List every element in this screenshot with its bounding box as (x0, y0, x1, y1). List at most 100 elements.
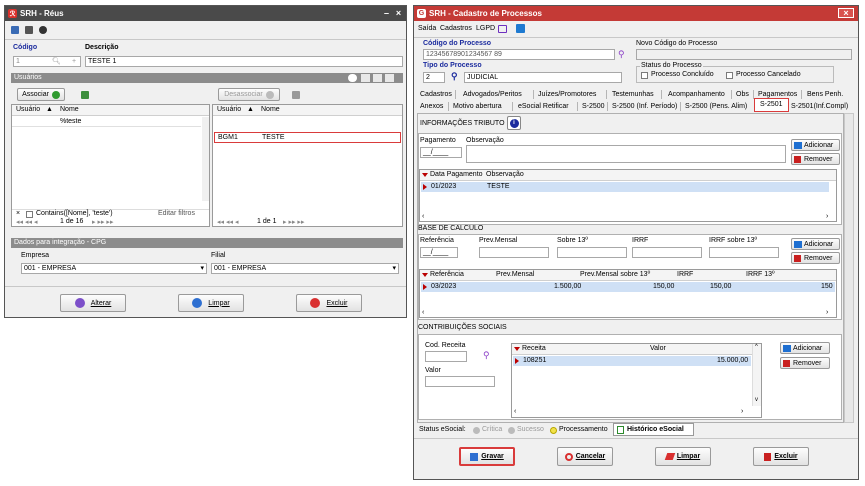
adicionar-button[interactable]: Adicionar (791, 238, 840, 250)
irrf-input[interactable] (632, 247, 702, 258)
tab-anexos[interactable]: Anexos (420, 102, 443, 112)
pager-nav-icon[interactable]: ▸ ▸▸ ▸▸ (92, 218, 113, 226)
col-usuario[interactable]: Usuário (16, 106, 40, 113)
table-row[interactable]: 03/2023 1.500,00 150,00 150,00 150 (421, 282, 835, 292)
tab-advogados[interactable]: Advogados/Peritos (463, 90, 522, 100)
filial-select[interactable]: 001 - EMPRESA ▾ (211, 263, 399, 274)
tab-s2500-inf-periodo[interactable]: S-2500 (Inf. Período) (612, 102, 677, 112)
add-icon[interactable]: + (72, 57, 76, 66)
clear-filter-icon[interactable]: × (16, 210, 20, 217)
tab-testemunhas[interactable]: Testemunhas (612, 90, 654, 100)
cancelar-button[interactable]: Cancelar (557, 447, 613, 466)
export-icon[interactable] (292, 91, 300, 99)
panel-icon[interactable] (385, 74, 394, 82)
col-prev-mensal[interactable]: Prev.Mensal (496, 271, 534, 278)
referencia-input[interactable]: __/____ (420, 247, 458, 258)
sobre13-input[interactable] (557, 247, 627, 258)
menu-saida[interactable]: Saída (418, 25, 436, 32)
menu-lgpd[interactable]: LGPD (476, 25, 495, 32)
tab-juizes[interactable]: Juízes/Promotores (538, 90, 596, 100)
table-row[interactable]: 01/2023 TESTE (421, 182, 829, 192)
scroll-left-icon[interactable]: ‹ (514, 408, 516, 415)
table-row[interactable]: 108251 15.000,00 (513, 356, 751, 366)
remover-button[interactable]: Remover (791, 252, 840, 264)
scroll-left-icon[interactable]: ‹ (422, 309, 424, 316)
tab-esocial-retificar[interactable]: eSocial Retificar (518, 102, 569, 112)
cancelado-checkbox[interactable] (726, 72, 733, 79)
alterar-button[interactable]: Alterar (60, 294, 126, 312)
users-icon[interactable] (39, 26, 47, 34)
search-icon[interactable]: 🔍︎ (52, 57, 61, 66)
col-receita[interactable]: Receita (522, 345, 546, 352)
adicionar-button[interactable]: Adicionar (791, 139, 840, 151)
panel-icon[interactable] (361, 74, 370, 82)
tab-s2500-pens-alim[interactable]: S-2500 (Pens. Alim) (685, 102, 747, 112)
col-irrf[interactable]: IRRF (677, 271, 693, 278)
tab-s2501-inf-compl[interactable]: S-2501(Inf.Compl) (791, 102, 848, 112)
col-nome[interactable]: Nome (60, 106, 79, 113)
tab-bens-penh[interactable]: Bens Penh. (807, 90, 843, 100)
close-button[interactable]: × (393, 8, 404, 18)
panel-icon[interactable] (373, 74, 382, 82)
menu-cadastros[interactable]: Cadastros (440, 25, 472, 32)
table-row[interactable]: BGM1 TESTE (214, 132, 401, 143)
tab-acompanhamento[interactable]: Acompanhamento (668, 90, 725, 100)
scroll-right-icon[interactable]: › (826, 309, 828, 316)
scroll-left-icon[interactable]: ‹ (422, 213, 424, 220)
concluido-checkbox[interactable] (641, 72, 648, 79)
pagamento-input[interactable]: __/____ (420, 147, 462, 158)
adicionar-button[interactable]: Adicionar (780, 342, 830, 354)
vertical-scrollbar[interactable]: ^ v (752, 344, 761, 406)
pager-nav-icon[interactable]: ◂◂ ◂◂ ◂ (217, 218, 238, 226)
prev-mensal-input[interactable] (479, 247, 549, 258)
editar-filtros-link[interactable]: Editar filtros (158, 210, 195, 217)
remover-button[interactable]: Remover (791, 153, 840, 165)
filter-row[interactable]: %teste (12, 117, 201, 127)
pager-nav-icon[interactable]: ◂◂ ◂◂ ◂ (16, 218, 37, 226)
tab-s2501[interactable]: S-2501 (754, 98, 789, 112)
associar-button[interactable]: Associar (17, 88, 65, 101)
search-icon[interactable]: ⚲ (451, 71, 458, 82)
search-icon[interactable]: ⚲ (618, 49, 625, 60)
export-icon[interactable] (81, 91, 89, 99)
save-icon[interactable] (11, 26, 19, 34)
search-icon[interactable]: ⚲ (483, 350, 490, 361)
info-icon[interactable]: i (507, 116, 521, 130)
col-usuario[interactable]: Usuário (217, 106, 241, 113)
tab-obs[interactable]: Obs (736, 90, 749, 100)
observacao-input[interactable] (466, 145, 786, 163)
historico-esocial-tab[interactable]: Histórico eSocial (613, 423, 694, 436)
col-observacao[interactable]: Observação (486, 171, 524, 178)
empresa-select[interactable]: 001 - EMPRESA ▾ (21, 263, 207, 274)
descricao-input[interactable]: TESTE 1 (85, 56, 403, 67)
close-button[interactable]: × (838, 8, 854, 18)
pager-nav-icon[interactable]: ▸ ▸▸ ▸▸ (283, 218, 304, 226)
filter-checkbox[interactable] (26, 211, 33, 218)
col-irrf-13[interactable]: IRRF 13º (746, 271, 775, 278)
valor-input[interactable] (425, 376, 495, 387)
content-scrollbar[interactable] (844, 113, 854, 423)
app-shortcut-icon[interactable] (516, 24, 525, 33)
cod-receita-input[interactable] (425, 351, 467, 362)
tipo-code-input[interactable]: 2 (423, 72, 445, 83)
irrf13-input[interactable] (709, 247, 779, 258)
undo-icon[interactable] (348, 74, 357, 82)
col-nome[interactable]: Nome (261, 106, 280, 113)
col-valor[interactable]: Valor (650, 345, 666, 352)
vertical-scrollbar[interactable] (202, 117, 209, 201)
novo-codigo-input[interactable] (636, 49, 852, 60)
col-data-pagamento[interactable]: Data Pagamento (430, 171, 483, 178)
minimize-button[interactable]: – (381, 8, 392, 18)
remover-button[interactable]: Remover (780, 357, 830, 369)
desassociar-button[interactable]: Desassociar (218, 88, 280, 101)
scroll-right-icon[interactable]: › (826, 213, 828, 220)
excluir-button[interactable]: Excluir (296, 294, 362, 312)
col-prev-mensal-13[interactable]: Prev.Mensal sobre 13º (580, 271, 650, 278)
report-icon[interactable] (25, 26, 33, 34)
col-referencia[interactable]: Referência (430, 271, 464, 278)
codigo-processo-input[interactable]: 12345678901234567 89 (423, 49, 615, 60)
tab-s2500[interactable]: S-2500 (582, 102, 605, 112)
gravar-button[interactable]: Gravar (459, 447, 515, 466)
excluir-button[interactable]: Excluir (753, 447, 809, 466)
tab-cadastros[interactable]: Cadastros (420, 90, 452, 100)
